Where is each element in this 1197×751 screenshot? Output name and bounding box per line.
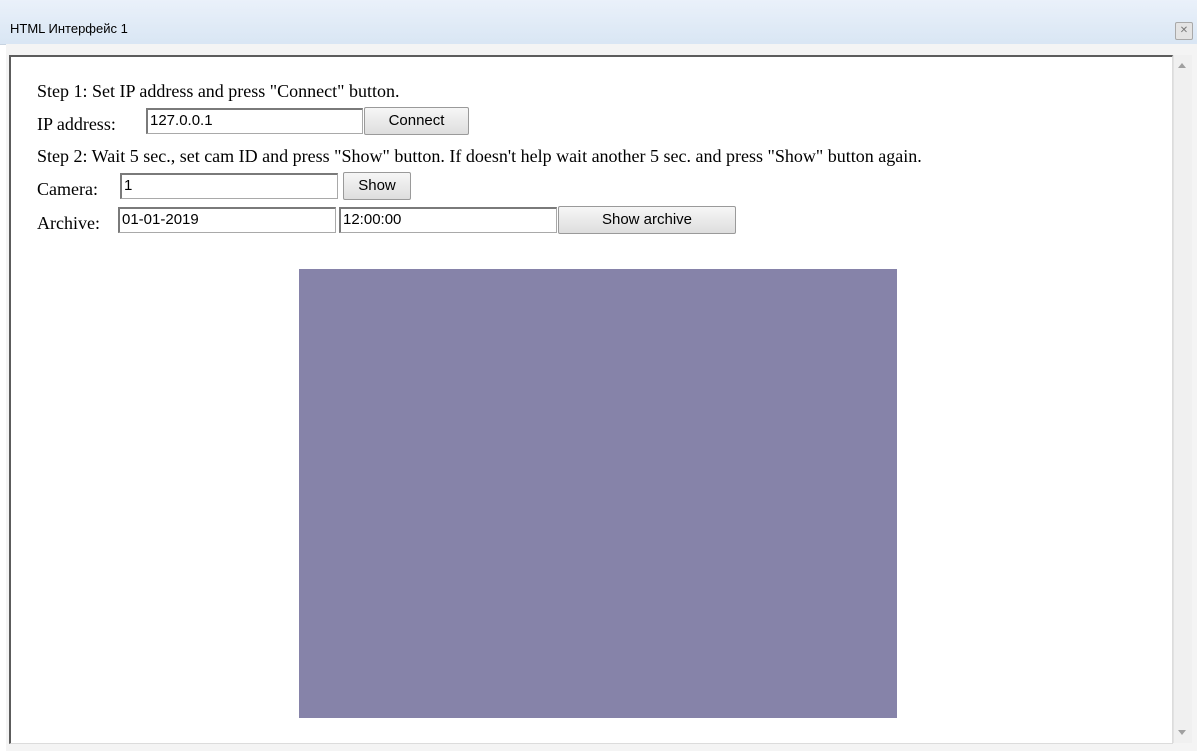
ip-address-input[interactable]: 127.0.0.1 [146, 108, 363, 134]
ip-address-label: IP address: [37, 114, 116, 134]
scroll-down-arrow-icon[interactable] [1178, 730, 1186, 735]
camera-label: Camera: [37, 179, 98, 199]
archive-label: Archive: [37, 213, 100, 233]
close-icon[interactable]: ✕ [1175, 22, 1193, 40]
step2-instructions: Step 2: Wait 5 sec., set cam ID and pres… [37, 146, 922, 166]
window-title: HTML Интерфейс 1 [10, 21, 128, 36]
archive-date-input[interactable]: 01-01-2019 [118, 207, 336, 233]
show-archive-button[interactable]: Show archive [558, 206, 736, 234]
step1-instructions: Step 1: Set IP address and press "Connec… [37, 81, 400, 101]
scroll-up-arrow-icon[interactable] [1178, 63, 1186, 68]
html-content-area: Step 1: Set IP address and press "Connec… [9, 55, 1173, 744]
show-button[interactable]: Show [343, 172, 411, 200]
vertical-scrollbar[interactable] [1173, 55, 1192, 743]
window-titlebar: HTML Интерфейс 1 ✕ [0, 0, 1197, 45]
connect-button[interactable]: Connect [364, 107, 469, 135]
archive-time-input[interactable]: 12:00:00 [339, 207, 557, 233]
video-player-area[interactable] [299, 269, 897, 718]
camera-id-input[interactable]: 1 [120, 173, 338, 199]
